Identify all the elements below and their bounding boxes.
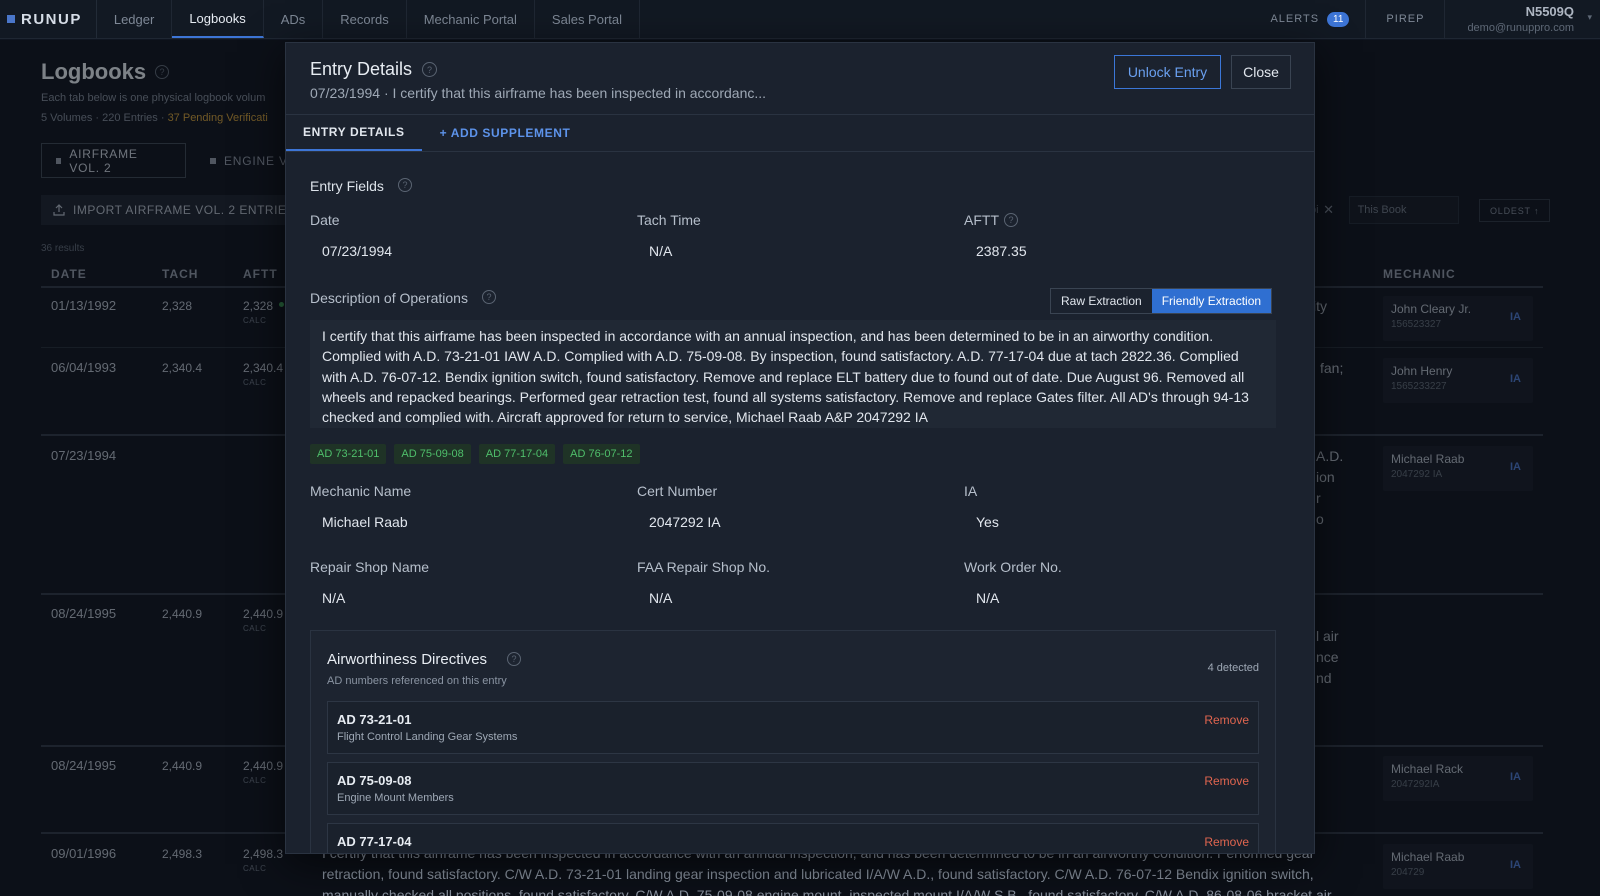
top-nav: RUNUP Ledger Logbooks ADs Records Mechan…	[0, 0, 1600, 39]
logo-text: RUNUP	[21, 10, 82, 28]
date-field[interactable]: 07/23/1994	[322, 243, 392, 259]
raw-extraction-button[interactable]: Raw Extraction	[1051, 289, 1152, 313]
tach-time-field[interactable]: N/A	[649, 243, 672, 259]
modal-tabs: ENTRY DETAILS + ADD SUPPLEMENT	[286, 114, 1314, 152]
ia-label: IA	[964, 483, 978, 499]
ad-tag-list: AD 73-21-01 AD 75-09-08 AD 77-17-04 AD 7…	[310, 444, 640, 464]
airworthiness-directives-panel: Airworthiness Directives ? AD numbers re…	[310, 630, 1276, 853]
user-menu[interactable]: N5509Q demo@runuppro.com ▾	[1445, 0, 1600, 38]
remove-ad-button[interactable]: Remove	[1204, 774, 1249, 788]
entry-fields-heading: Entry Fields	[310, 178, 384, 194]
description-label: Description of Operations	[310, 290, 468, 306]
ad-number: AD 77-17-04	[337, 834, 412, 849]
aftt-label: AFTT	[964, 212, 999, 228]
alerts-count-badge: 11	[1327, 11, 1350, 27]
modal-subtitle: 07/23/1994 · I certify that this airfram…	[310, 85, 767, 101]
mechanic-name-label: Mechanic Name	[310, 483, 412, 499]
nav-tab-ads[interactable]: ADs	[264, 0, 324, 38]
tab-entry-details[interactable]: ENTRY DETAILS	[286, 115, 422, 151]
date-label: Date	[310, 212, 340, 228]
friendly-extraction-button[interactable]: Friendly Extraction	[1151, 289, 1272, 313]
entry-details-modal: Entry Details ? 07/23/1994 · I certify t…	[285, 42, 1315, 854]
nav-tab-records[interactable]: Records	[323, 0, 407, 38]
user-email: demo@runuppro.com	[1467, 22, 1574, 34]
cert-number-label: Cert Number	[637, 483, 718, 499]
work-order-field[interactable]: N/A	[976, 590, 999, 606]
modal-title: Entry Details	[310, 59, 413, 79]
ad-tag[interactable]: AD 77-17-04	[478, 444, 556, 464]
ad-tag[interactable]: AD 75-09-08	[394, 444, 471, 464]
repair-shop-label: Repair Shop Name	[310, 559, 430, 575]
remove-ad-button[interactable]: Remove	[1204, 835, 1249, 849]
app-logo[interactable]: RUNUP	[0, 0, 97, 38]
tach-time-label: Tach Time	[637, 212, 701, 228]
unlock-entry-button[interactable]: Unlock Entry	[1114, 55, 1221, 89]
chevron-down-icon: ▾	[1587, 12, 1592, 22]
ad-panel-title: Airworthiness Directives	[327, 651, 488, 668]
row-description-text: retraction, found satisfactory. C/W A.D.…	[322, 866, 1314, 882]
ad-description: Engine Mount Members	[337, 792, 454, 804]
help-icon[interactable]: ?	[422, 62, 437, 77]
ad-number: AD 73-21-01	[337, 712, 412, 727]
nav-tab-mechanic-portal[interactable]: Mechanic Portal	[407, 0, 535, 38]
alerts-label: ALERTS	[1270, 13, 1320, 25]
description-field[interactable]: I certify that this airframe has been in…	[310, 320, 1276, 428]
ad-panel-subtitle: AD numbers referenced on this entry	[327, 675, 507, 687]
tail-number: N5509Q	[1525, 4, 1574, 19]
help-icon[interactable]: ?	[482, 290, 496, 304]
repair-shop-field[interactable]: N/A	[322, 590, 345, 606]
faa-shop-no-label: FAA Repair Shop No.	[637, 559, 771, 575]
nav-tab-sales-portal[interactable]: Sales Portal	[535, 0, 641, 38]
mechanic-name-field[interactable]: Michael Raab	[322, 514, 408, 530]
help-icon[interactable]: ?	[1004, 213, 1018, 227]
ad-tag[interactable]: AD 76-07-12	[563, 444, 640, 464]
ad-number: AD 75-09-08	[337, 773, 412, 788]
ad-list-item[interactable]: AD 75-09-08 Engine Mount Members Remove	[327, 762, 1259, 815]
ad-detected-count: 4 detected	[1207, 662, 1259, 674]
nav-tab-ledger[interactable]: Ledger	[97, 0, 173, 38]
ad-description: Flight Control Landing Gear Systems	[337, 731, 518, 743]
remove-ad-button[interactable]: Remove	[1204, 713, 1249, 727]
help-icon[interactable]: ?	[507, 652, 521, 666]
tab-add-supplement[interactable]: + ADD SUPPLEMENT	[422, 115, 588, 151]
ad-list-item[interactable]: AD 73-21-01 Flight Control Landing Gear …	[327, 701, 1259, 754]
nav-tab-logbooks[interactable]: Logbooks	[172, 0, 264, 38]
close-button[interactable]: Close	[1231, 55, 1291, 89]
ia-field[interactable]: Yes	[976, 514, 999, 530]
ad-tag[interactable]: AD 73-21-01	[310, 444, 387, 464]
aftt-field[interactable]: 2387.35	[976, 243, 1027, 259]
work-order-label: Work Order No.	[964, 559, 1062, 575]
cert-number-field[interactable]: 2047292 IA	[649, 514, 721, 530]
alerts-button[interactable]: ALERTS 11	[1254, 0, 1367, 38]
logo-icon	[7, 15, 15, 23]
row-description-text: manually checked all positions, found sa…	[322, 887, 1332, 896]
help-icon[interactable]: ?	[398, 178, 412, 192]
pirep-button[interactable]: PIREP	[1366, 0, 1446, 38]
extraction-toggle: Raw Extraction Friendly Extraction	[1050, 288, 1273, 314]
faa-shop-no-field[interactable]: N/A	[649, 590, 672, 606]
ad-list-item[interactable]: AD 77-17-04 Remove	[327, 823, 1259, 853]
